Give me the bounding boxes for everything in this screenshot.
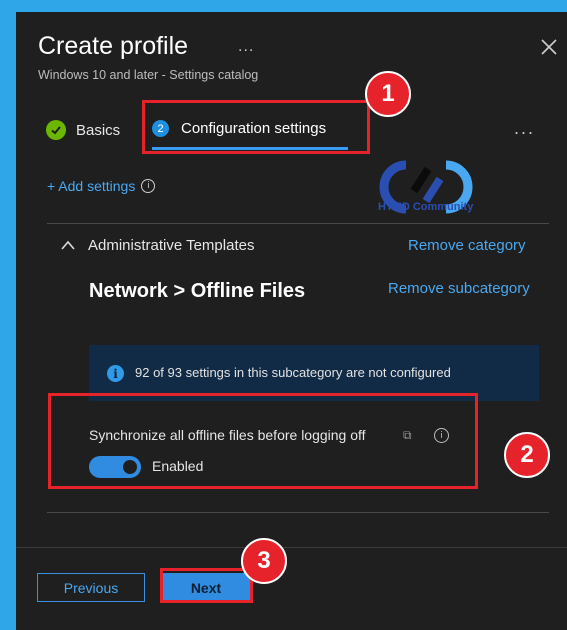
previous-button[interactable]: Previous — [37, 573, 145, 602]
footer-divider — [16, 547, 567, 548]
annotation-badge-1: 1 — [365, 71, 411, 117]
close-icon[interactable] — [540, 38, 558, 56]
add-settings-link[interactable]: + Add settings i — [47, 178, 156, 194]
title-more-icon[interactable]: ... — [238, 38, 254, 56]
info-icon[interactable]: i — [141, 179, 156, 193]
subcategory-heading: Network > Offline Files — [89, 280, 306, 302]
remove-category-link[interactable]: Remove category — [408, 237, 526, 254]
annotation-badge-3: 3 — [241, 538, 287, 584]
tab-basics-label: Basics — [76, 121, 121, 139]
info-banner-text: 92 of 93 settings in this subcategory ar… — [135, 365, 451, 380]
annotation-badge-2: 2 — [504, 432, 550, 478]
more-options-icon[interactable]: ... — [514, 118, 535, 139]
remove-subcategory-link[interactable]: Remove subcategory — [388, 280, 530, 297]
highlight-box-setting — [48, 393, 478, 489]
page-subtitle: Windows 10 and later - Settings catalog — [38, 68, 259, 82]
category-label[interactable]: Administrative Templates — [88, 237, 254, 254]
chevron-up-icon[interactable] — [61, 240, 75, 250]
add-settings-label: + Add settings — [47, 178, 136, 194]
checkmark-icon — [46, 120, 66, 140]
highlight-box-configuration — [142, 100, 370, 154]
htmd-logo-icon — [379, 160, 473, 214]
info-filled-icon: i — [107, 365, 124, 382]
divider — [47, 223, 549, 224]
tab-basics[interactable]: Basics — [46, 120, 120, 140]
divider — [47, 512, 549, 513]
watermark-text: HTMD Community — [378, 201, 474, 213]
highlight-box-next — [160, 568, 253, 603]
page-title: Create profile — [38, 32, 189, 60]
